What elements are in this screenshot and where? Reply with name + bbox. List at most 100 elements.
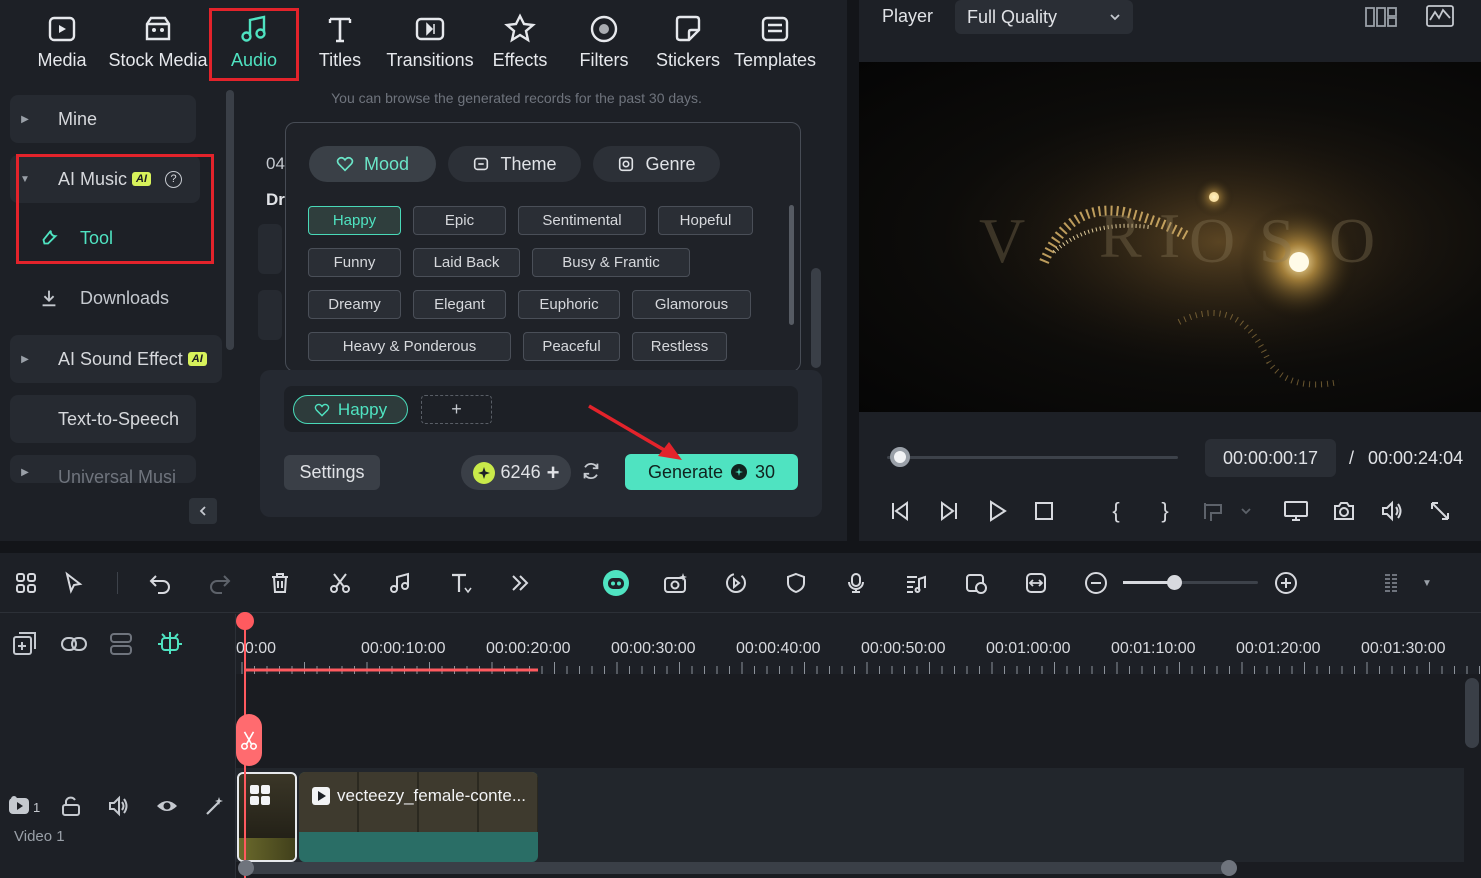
- collapse-sidebar-button[interactable]: [189, 498, 217, 524]
- zoom-slider-track[interactable]: [1123, 581, 1258, 584]
- quality-select[interactable]: Full Quality: [955, 0, 1133, 34]
- lock-track-icon[interactable]: [60, 795, 82, 817]
- zoom-in-button[interactable]: [1271, 568, 1301, 598]
- category-theme[interactable]: Theme: [448, 146, 581, 182]
- tab-filters[interactable]: Filters: [568, 0, 640, 82]
- record-item[interactable]: [258, 224, 282, 274]
- record-voice-button[interactable]: [841, 568, 871, 598]
- insert-options-button[interactable]: [1198, 496, 1228, 526]
- tab-stickers[interactable]: Stickers: [652, 0, 724, 82]
- tag-euphoric[interactable]: Euphoric: [518, 290, 620, 319]
- magic-wand-icon[interactable]: [204, 795, 226, 817]
- mark-in-button[interactable]: {: [1101, 496, 1131, 526]
- playback-progress-track[interactable]: [887, 456, 1178, 459]
- tag-busy-frantic[interactable]: Busy & Frantic: [532, 248, 690, 277]
- mark-out-button[interactable]: }: [1150, 496, 1180, 526]
- redo-button[interactable]: [205, 568, 235, 598]
- tab-transitions[interactable]: Transitions: [384, 0, 476, 82]
- select-tool-button[interactable]: [59, 568, 89, 598]
- waveform-view-icon[interactable]: [1426, 4, 1454, 28]
- tab-effects[interactable]: Effects: [484, 0, 556, 82]
- settings-button[interactable]: Settings: [284, 455, 380, 490]
- tab-templates[interactable]: Templates: [732, 0, 818, 82]
- current-timecode[interactable]: 00:00:00:17: [1205, 439, 1336, 477]
- video-clip[interactable]: vecteezy_female-conte...: [299, 772, 538, 862]
- link-icon[interactable]: [60, 633, 88, 655]
- add-credits-icon[interactable]: +: [547, 460, 560, 486]
- timeline-horizontal-scrollbar[interactable]: [238, 860, 1237, 876]
- content-scrollbar[interactable]: [811, 268, 821, 368]
- more-tools-button[interactable]: [505, 568, 535, 598]
- magnet-snap-icon[interactable]: [156, 629, 184, 657]
- tag-peaceful[interactable]: Peaceful: [523, 332, 620, 361]
- playback-progress-handle[interactable]: [889, 447, 910, 467]
- ai-effects-button[interactable]: [661, 568, 691, 598]
- tag-glamorous[interactable]: Glamorous: [632, 290, 751, 319]
- chevron-down-icon[interactable]: [1236, 496, 1256, 526]
- sidebar-item-ai-sound-effect[interactable]: ▶ AI Sound Effect AI: [10, 335, 222, 383]
- eye-icon[interactable]: [156, 795, 178, 817]
- snapshot-button[interactable]: [1329, 496, 1359, 526]
- sidebar-item-downloads[interactable]: Downloads: [38, 287, 169, 309]
- speed-button[interactable]: [721, 568, 751, 598]
- sidebar-item-universal-music[interactable]: ▶ Universal Musi: [10, 455, 196, 483]
- timeline-vertical-scrollbar[interactable]: [1465, 678, 1479, 748]
- ai-copilot-button[interactable]: [599, 568, 633, 598]
- playhead-handle[interactable]: [236, 612, 254, 630]
- tab-media[interactable]: Media: [22, 0, 102, 82]
- layout-menu-button[interactable]: [11, 568, 41, 598]
- video-preview[interactable]: VRIOSO: [859, 62, 1481, 412]
- undo-button[interactable]: [145, 568, 175, 598]
- text-tool-button[interactable]: [445, 568, 475, 598]
- auto-beat-button[interactable]: [961, 568, 991, 598]
- tab-titles[interactable]: Titles: [304, 0, 376, 82]
- audio-edit-button[interactable]: [385, 568, 415, 598]
- tag-hopeful[interactable]: Hopeful: [658, 206, 753, 235]
- category-genre[interactable]: Genre: [593, 146, 720, 182]
- next-frame-button[interactable]: [934, 496, 964, 526]
- credits-pill[interactable]: 6246 +: [461, 455, 571, 490]
- play-button[interactable]: [982, 496, 1012, 526]
- popover-scrollbar[interactable]: [789, 205, 794, 325]
- tag-happy[interactable]: Happy: [308, 206, 401, 235]
- fullscreen-button[interactable]: [1425, 496, 1455, 526]
- playhead-split-button[interactable]: [236, 714, 262, 766]
- volume-button[interactable]: [1377, 496, 1407, 526]
- sidebar-scrollbar[interactable]: [226, 90, 234, 350]
- delete-button[interactable]: [265, 568, 295, 598]
- display-settings-button[interactable]: [1281, 496, 1311, 526]
- tag-funny[interactable]: Funny: [308, 248, 401, 277]
- track-list-icon[interactable]: [108, 631, 134, 657]
- tag-sentimental[interactable]: Sentimental: [518, 206, 646, 235]
- tag-dreamy[interactable]: Dreamy: [308, 290, 401, 319]
- audio-mixer-button[interactable]: [901, 568, 931, 598]
- add-track-icon[interactable]: [12, 631, 38, 657]
- selected-tag-chip[interactable]: Happy: [293, 395, 408, 424]
- zoom-out-button[interactable]: [1081, 568, 1111, 598]
- mask-button[interactable]: [781, 568, 811, 598]
- timeline-ruler[interactable]: 00:00 00:00:10:00 00:00:20:00 00:00:30:00 00…: [236, 614, 1481, 674]
- mute-track-icon[interactable]: [108, 795, 130, 817]
- tag-restless[interactable]: Restless: [632, 332, 727, 361]
- tag-elegant[interactable]: Elegant: [413, 290, 506, 319]
- caret-down-icon[interactable]: ▼: [1415, 568, 1439, 598]
- timeline-layout-button[interactable]: [1377, 568, 1407, 598]
- sidebar-item-text-to-speech[interactable]: Text-to-Speech: [10, 395, 196, 443]
- tag-epic[interactable]: Epic: [413, 206, 506, 235]
- scroll-handle[interactable]: [238, 860, 254, 876]
- tag-heavy-ponderous[interactable]: Heavy & Ponderous: [308, 332, 511, 361]
- previous-frame-button[interactable]: [885, 496, 915, 526]
- fit-timeline-button[interactable]: [1021, 568, 1051, 598]
- scroll-handle[interactable]: [1221, 860, 1237, 876]
- record-item[interactable]: [258, 290, 282, 340]
- zoom-slider-handle[interactable]: [1167, 575, 1182, 590]
- grid-view-icon[interactable]: [1365, 5, 1397, 29]
- sidebar-item-mine[interactable]: ▶ Mine: [10, 95, 196, 143]
- add-tag-button[interactable]: +: [421, 395, 492, 424]
- tag-laid-back[interactable]: Laid Back: [413, 248, 520, 277]
- title-clip[interactable]: [237, 772, 297, 862]
- category-mood[interactable]: Mood: [309, 146, 436, 182]
- split-button[interactable]: [325, 568, 355, 598]
- tab-stock-media[interactable]: Stock Media: [108, 0, 208, 82]
- stop-button[interactable]: [1029, 496, 1059, 526]
